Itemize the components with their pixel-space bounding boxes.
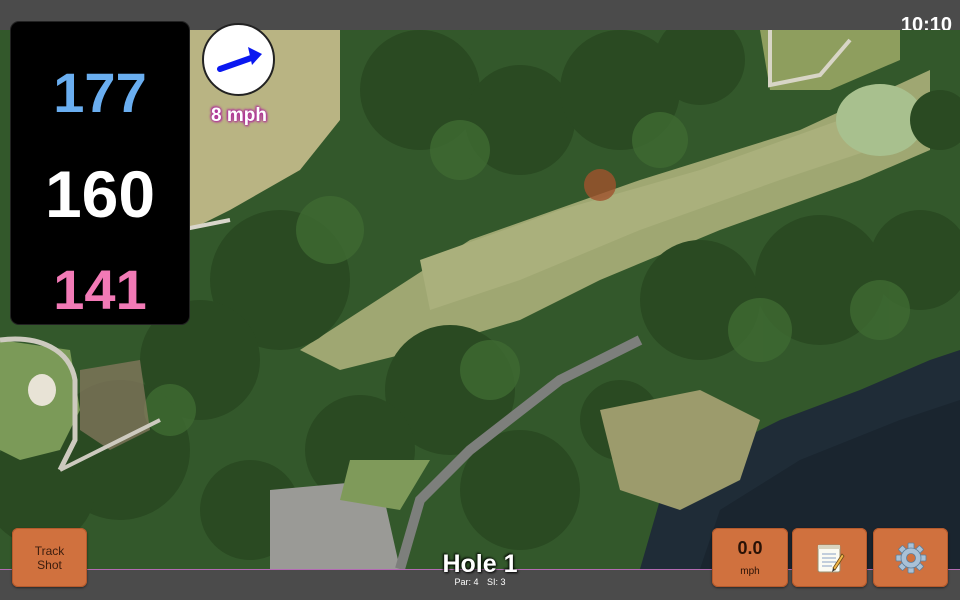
notepad-icon <box>817 544 845 572</box>
hole-par: Par: 4 <box>454 577 479 587</box>
track-shot-label-line1: Track <box>34 544 65 558</box>
track-shot-button[interactable]: Track Shot <box>12 528 87 587</box>
gear-icon <box>895 542 926 573</box>
hole-title: Hole 1 <box>442 550 518 578</box>
distance-front: 141 <box>53 258 147 321</box>
speed-button[interactable]: 0.0 mph <box>712 528 788 587</box>
wind-direction-indicator <box>202 23 275 96</box>
settings-button[interactable] <box>873 528 948 587</box>
hole-stroke-index: SI: 3 <box>487 577 506 587</box>
distance-back: 177 <box>53 61 147 124</box>
notes-button[interactable] <box>792 528 867 587</box>
arrow-right-up-icon <box>217 47 262 72</box>
speed-value: 0.0 <box>737 538 763 558</box>
golf-gps-app: 10:10 177 160 141 8 mph Track Shot Hole … <box>0 0 960 600</box>
track-shot-label-line2: Shot <box>37 558 62 572</box>
distance-middle: 160 <box>44 157 156 231</box>
speed-unit: mph <box>740 566 760 577</box>
hole-meta: Par: 4 SI: 3 <box>380 577 580 587</box>
wind-speed: 8 mph <box>211 105 267 126</box>
distance-panel: 177 160 141 <box>11 22 189 324</box>
